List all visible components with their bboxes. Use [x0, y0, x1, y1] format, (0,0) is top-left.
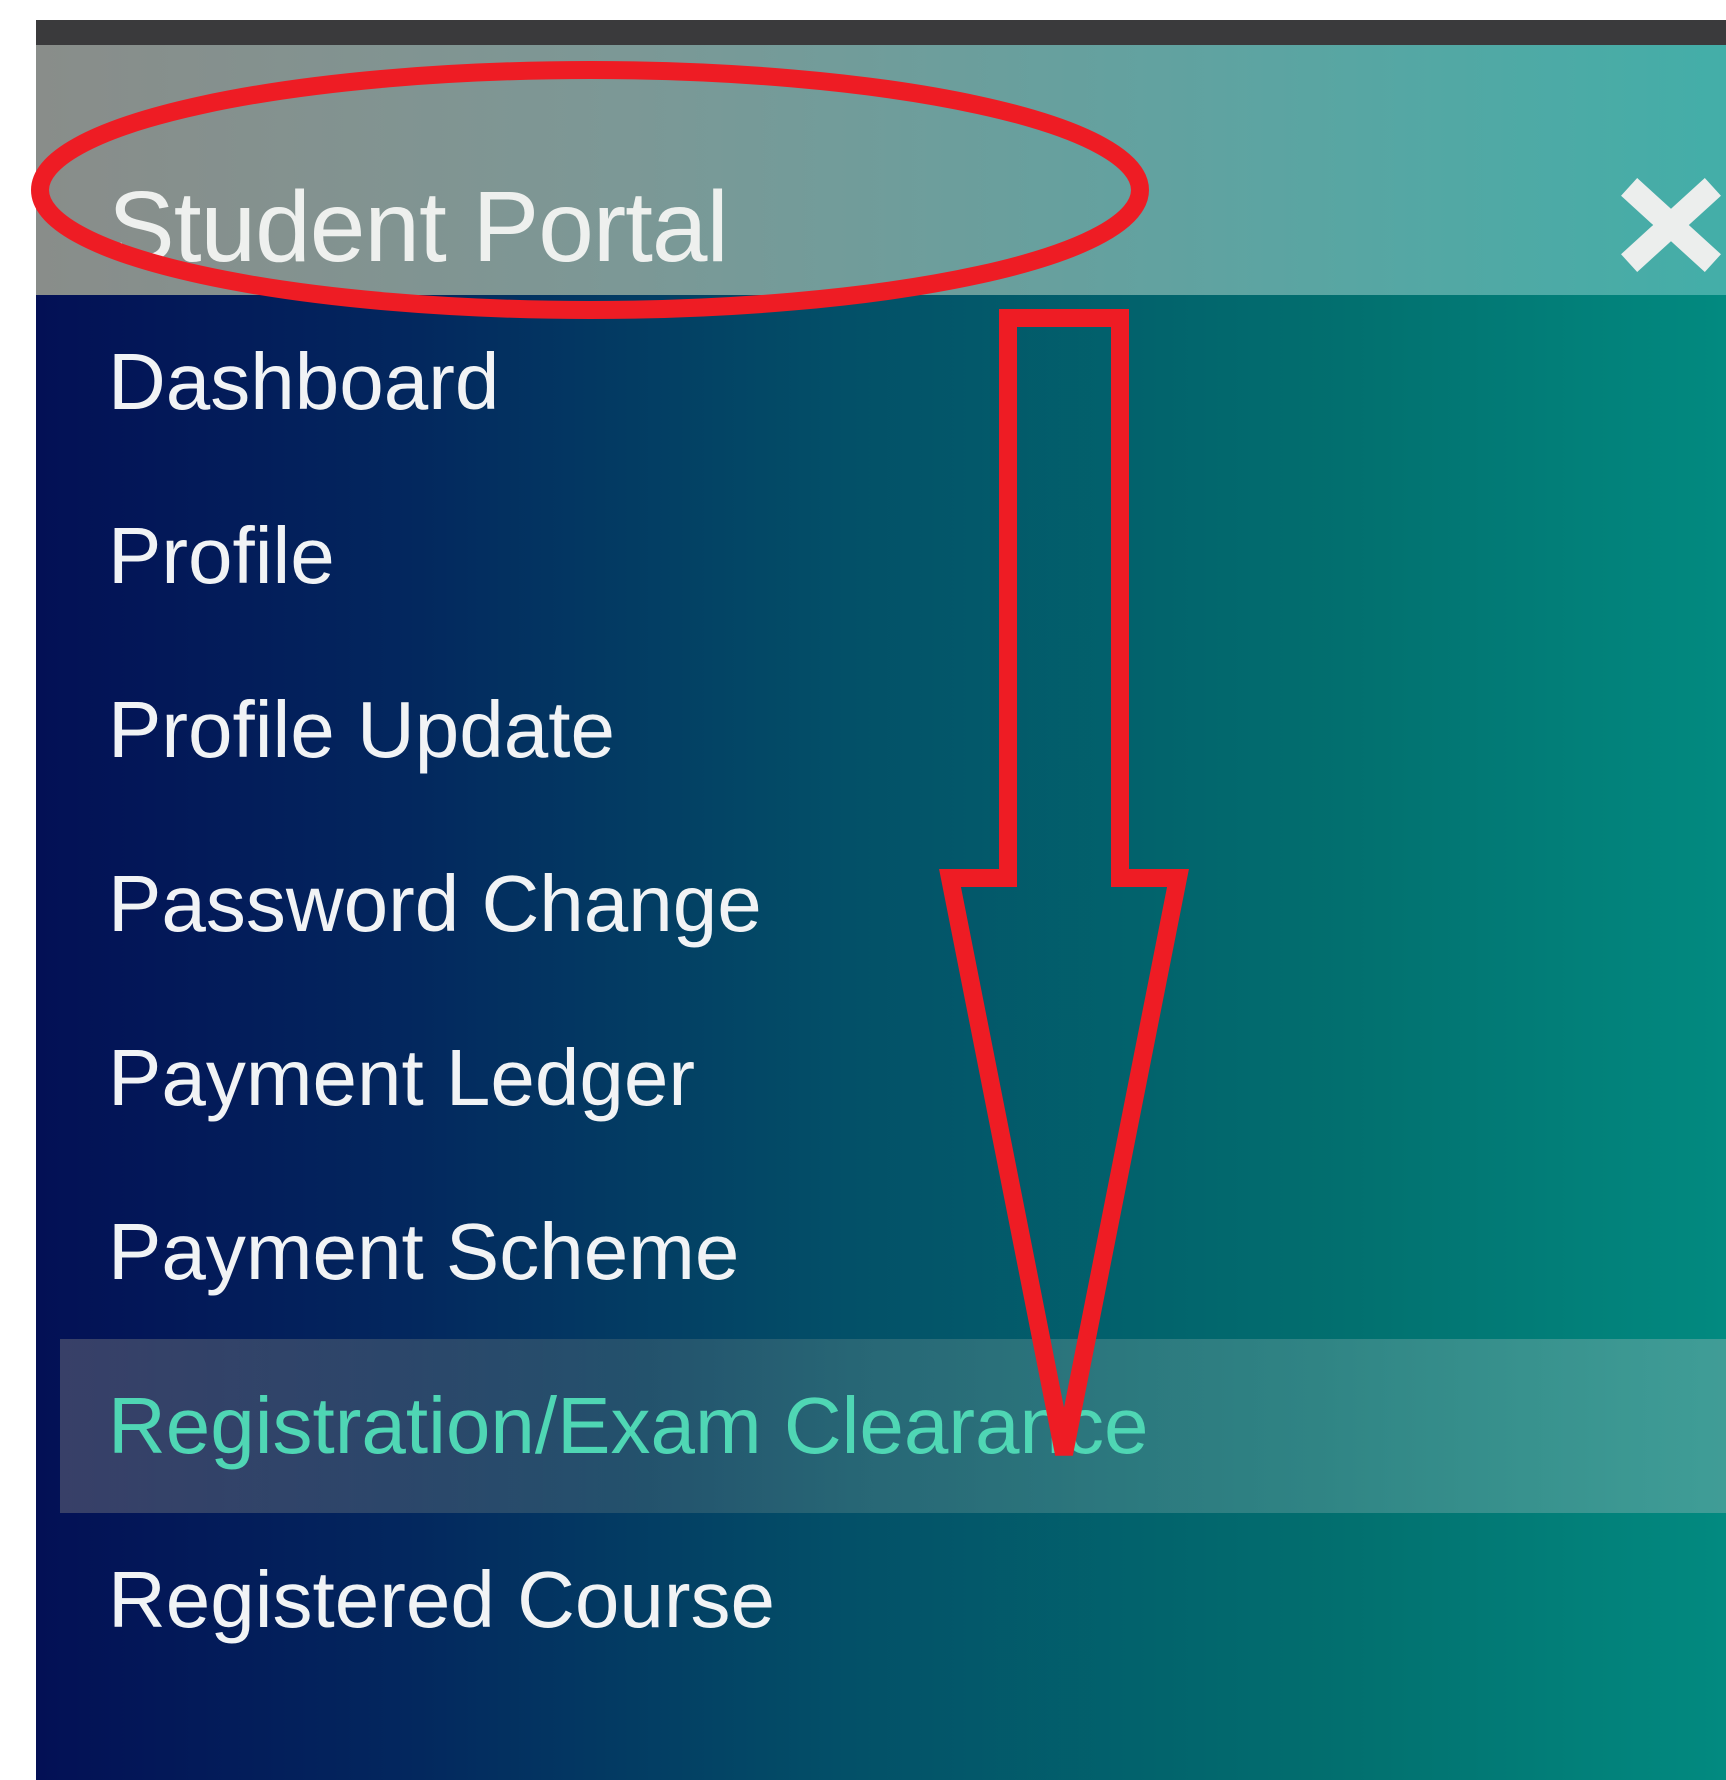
menu-item-label: Password Change	[108, 859, 762, 948]
menu-item-label: Registration/Exam Clearance	[108, 1381, 1149, 1470]
top-strip	[36, 20, 1726, 45]
menu-item-profile[interactable]: Profile	[36, 469, 1726, 643]
menu-item-payment-scheme[interactable]: Payment Scheme	[36, 1165, 1726, 1339]
menu-item-payment-ledger[interactable]: Payment Ledger	[36, 991, 1726, 1165]
menu-item-registration-exam-clearance[interactable]: Registration/Exam Clearance	[60, 1339, 1726, 1513]
menu-item-password-change[interactable]: Password Change	[36, 817, 1726, 991]
menu-item-label: Profile	[108, 511, 335, 600]
close-button[interactable]	[1616, 175, 1726, 275]
sidebar-header: Student Portal	[36, 45, 1726, 295]
menu-item-registered-course[interactable]: Registered Course	[36, 1513, 1726, 1687]
menu-item-label: Dashboard	[108, 337, 500, 426]
portal-title: Student Portal	[108, 171, 729, 283]
menu-item-label: Profile Update	[108, 685, 615, 774]
menu-item-label: Payment Scheme	[108, 1207, 740, 1296]
menu-item-dashboard[interactable]: Dashboard	[36, 295, 1726, 469]
close-icon	[1621, 178, 1721, 272]
menu-item-label: Registered Course	[108, 1555, 775, 1644]
sidebar-panel: Student Portal Dashboard Profile Profile…	[36, 20, 1726, 1780]
menu-item-profile-update[interactable]: Profile Update	[36, 643, 1726, 817]
sidebar-menu: Dashboard Profile Profile Update Passwor…	[36, 295, 1726, 1780]
menu-item-label: Payment Ledger	[108, 1033, 696, 1122]
